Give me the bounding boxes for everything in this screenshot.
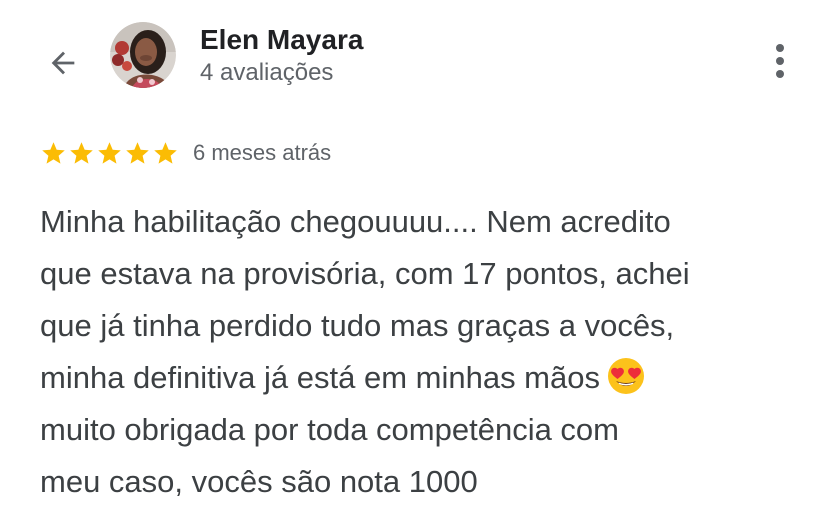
- review-text-fragment: minha definitiva já está em minhas mãos: [40, 360, 600, 395]
- avatar[interactable]: [110, 22, 176, 88]
- review-text-line: Minha habilitação chegouuuu.... Nem acre…: [40, 204, 671, 239]
- star-icon: [126, 141, 149, 164]
- review-text-line: que já tinha perdido tudo mas graças a v…: [40, 308, 675, 343]
- review-text-line: muito obrigada por toda competência com: [40, 412, 619, 447]
- avatar-image: [110, 22, 176, 88]
- review-text: Minha habilitação chegouuuu.... Nem acre…: [40, 196, 810, 508]
- star-icon: [42, 141, 65, 164]
- back-button[interactable]: [40, 40, 86, 86]
- review-text-line: que estava na provisória, com 17 pontos,…: [40, 256, 690, 291]
- star-rating: [40, 140, 179, 167]
- review-count: 4 avaliações: [200, 59, 334, 86]
- star-icon: [70, 141, 93, 164]
- review-page: Elen Mayara 4 avaliações 6 meses atrás M…: [0, 0, 823, 515]
- review-text-line: minha definitiva já está em minhas mãos: [40, 352, 810, 404]
- more-options-button[interactable]: [760, 38, 800, 84]
- rating-row: 6 meses atrás: [40, 138, 331, 168]
- review-text-line: meu caso, vocês são nota 1000: [40, 464, 478, 499]
- more-vert-icon: [776, 44, 784, 78]
- review-time: 6 meses atrás: [193, 140, 332, 165]
- arrow-back-icon: [51, 51, 75, 75]
- user-name[interactable]: Elen Mayara: [200, 24, 363, 56]
- star-icon: [154, 141, 177, 164]
- star-icon: [98, 141, 121, 164]
- heart-eyes-emoji-icon: [607, 358, 644, 394]
